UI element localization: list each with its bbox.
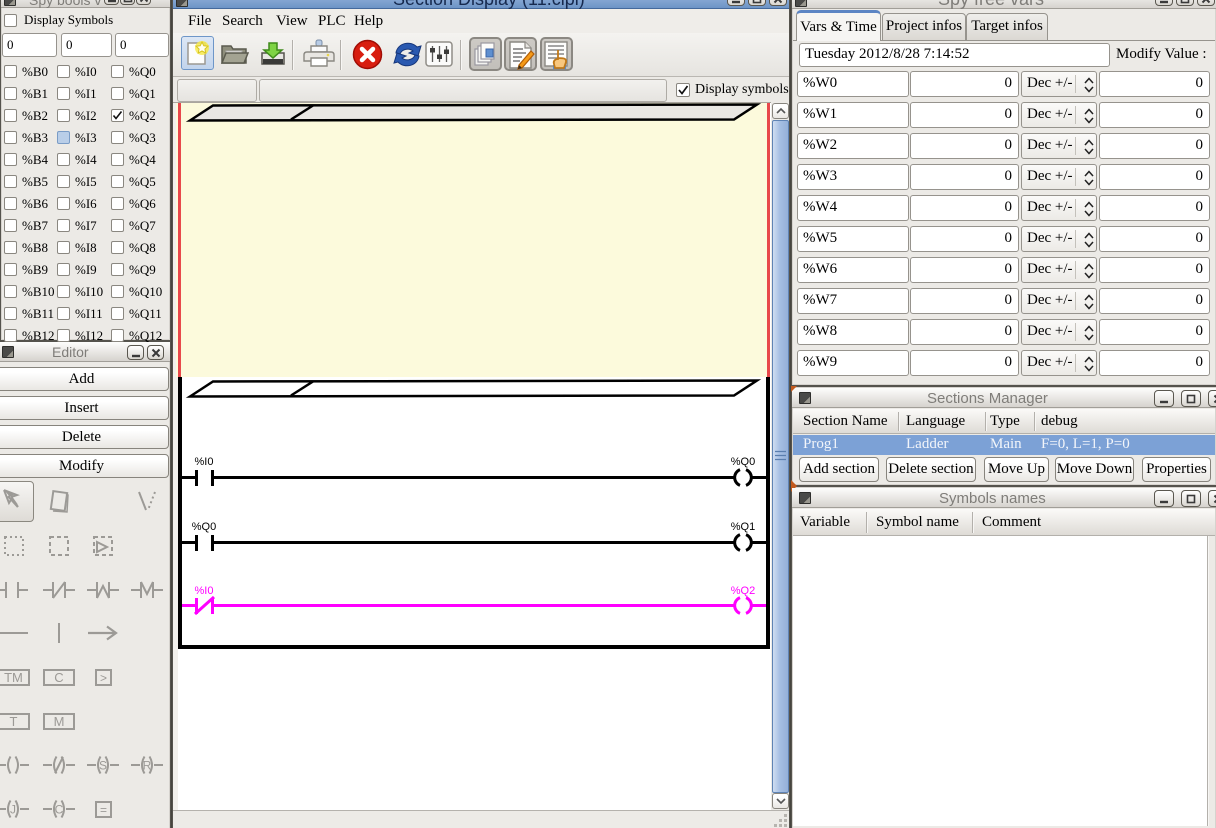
svg-text:J: J [10,803,16,817]
svg-text:C: C [55,803,64,817]
svg-text:S: S [99,759,107,773]
svg-text:R: R [143,759,152,773]
